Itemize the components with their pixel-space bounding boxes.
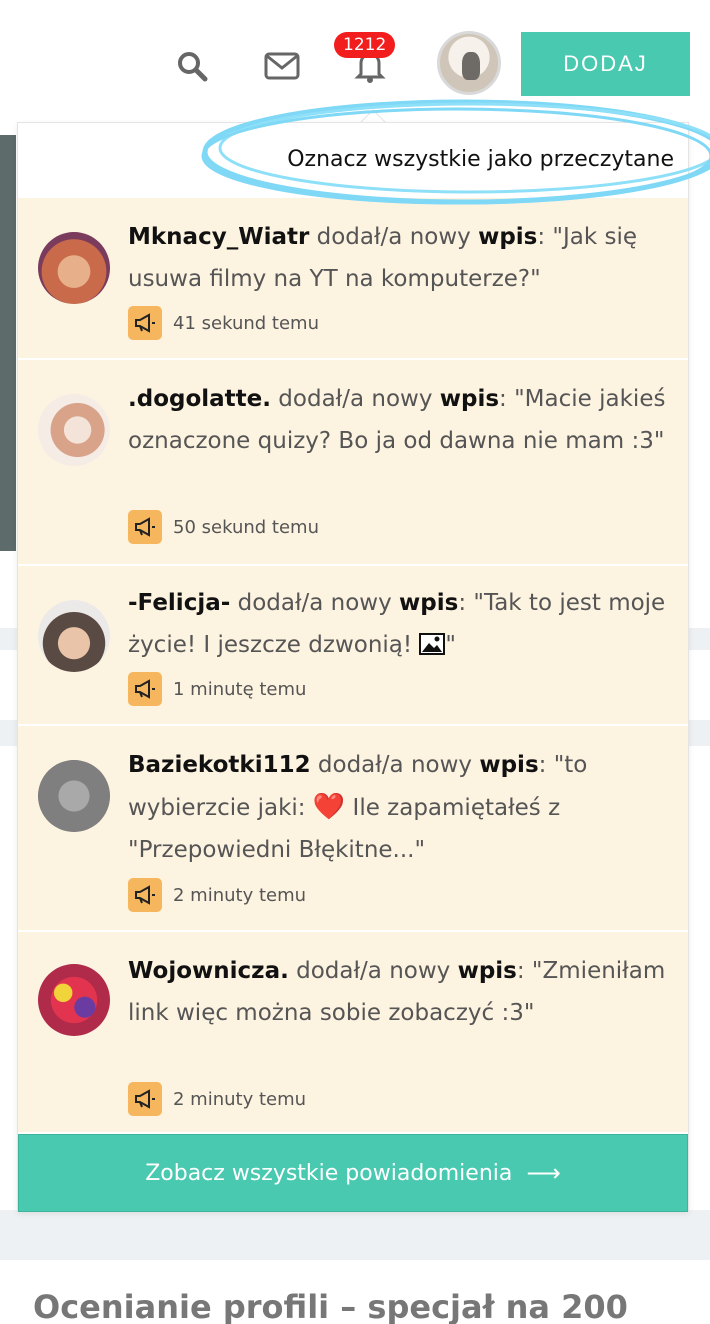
notification-text: .dogolatte. dodał/a nowy wpis: "Macie ja… <box>128 378 678 462</box>
background-image-fragment <box>0 135 16 551</box>
avatar <box>38 394 110 466</box>
background-divider <box>0 1210 710 1260</box>
notification-type: wpis <box>479 752 539 778</box>
notification-username: Wojownicza. <box>128 958 289 984</box>
notification-type: wpis <box>457 958 517 984</box>
background-card-title[interactable]: Ocenianie profili – specjał na 200 <box>33 1288 628 1324</box>
picture-icon <box>419 633 446 655</box>
notification-username: Mknacy_Wiatr <box>128 224 310 250</box>
notification-text: -Felicja- dodał/a nowy wpis: "Tak to jes… <box>128 582 678 666</box>
search-button[interactable] <box>172 46 212 86</box>
avatar <box>38 600 110 672</box>
messages-button[interactable] <box>262 46 302 86</box>
notification-item[interactable]: Wojownicza. dodał/a nowy wpis: "Zmieniła… <box>18 932 688 1134</box>
notification-meta: 50 sekund temu <box>128 510 319 544</box>
notification-item[interactable]: Mknacy_Wiatr dodał/a nowy wpis: "Jak się… <box>18 198 688 360</box>
notification-action: dodał/a nowy <box>271 386 440 412</box>
notification-action: dodał/a nowy <box>230 590 400 616</box>
notification-text: Baziekotki112 dodał/a nowy wpis: "to wyb… <box>128 744 678 871</box>
notification-action: dodał/a nowy <box>288 958 458 984</box>
notification-time: 50 sekund temu <box>173 516 319 538</box>
megaphone-icon <box>128 510 162 544</box>
notification-meta: 2 minuty temu <box>128 1082 306 1116</box>
notification-time: 1 minutę temu <box>173 678 307 700</box>
notification-content-end: " <box>445 632 457 658</box>
notifications-dropdown: Oznacz wszystkie jako przeczytane Mknacy… <box>17 122 689 1212</box>
notification-item[interactable]: -Felicja- dodał/a nowy wpis: "Tak to jes… <box>18 566 688 726</box>
notification-action: dodał/a nowy <box>310 752 480 778</box>
megaphone-icon <box>128 878 162 912</box>
notification-meta: 2 minuty temu <box>128 878 306 912</box>
highlight-circle-annotation <box>201 99 710 205</box>
notification-count-badge: 1212 <box>334 32 396 58</box>
notification-username: -Felicja- <box>128 590 231 616</box>
notification-username: Baziekotki112 <box>128 752 311 778</box>
notification-time: 2 minuty temu <box>173 884 307 906</box>
notification-text: Wojownicza. dodał/a nowy wpis: "Zmieniła… <box>128 950 678 1034</box>
see-all-notifications-button[interactable]: Zobacz wszystkie powiadomienia ⟶ <box>18 1134 688 1212</box>
user-avatar[interactable] <box>437 31 501 95</box>
notification-type: wpis <box>478 224 538 250</box>
arrow-right-icon: ⟶ <box>526 1159 561 1187</box>
notification-username: .dogolatte. <box>128 386 271 412</box>
notification-time: 41 sekund temu <box>173 312 319 334</box>
search-icon <box>178 52 208 82</box>
megaphone-icon <box>128 306 162 340</box>
envelope-icon <box>264 52 300 80</box>
notification-action: dodał/a nowy <box>309 224 479 250</box>
avatar <box>38 232 110 304</box>
notification-type: wpis <box>439 386 500 412</box>
megaphone-icon <box>128 672 162 706</box>
notification-type: wpis <box>399 590 459 616</box>
heart-icon: ❤️ <box>312 792 346 822</box>
megaphone-icon <box>128 1082 162 1116</box>
notification-item[interactable]: .dogolatte. dodał/a nowy wpis: "Macie ja… <box>18 360 688 566</box>
notification-meta: 41 sekund temu <box>128 306 319 340</box>
add-button[interactable]: DODAJ <box>521 32 690 96</box>
see-all-label: Zobacz wszystkie powiadomienia <box>145 1160 513 1186</box>
notification-item[interactable]: Baziekotki112 dodał/a nowy wpis: "to wyb… <box>18 726 688 932</box>
notification-time: 2 minuty temu <box>173 1088 307 1110</box>
notification-meta: 1 minutę temu <box>128 672 306 706</box>
notification-text: Mknacy_Wiatr dodał/a nowy wpis: "Jak się… <box>128 216 678 300</box>
avatar <box>38 760 110 832</box>
avatar <box>38 964 110 1036</box>
